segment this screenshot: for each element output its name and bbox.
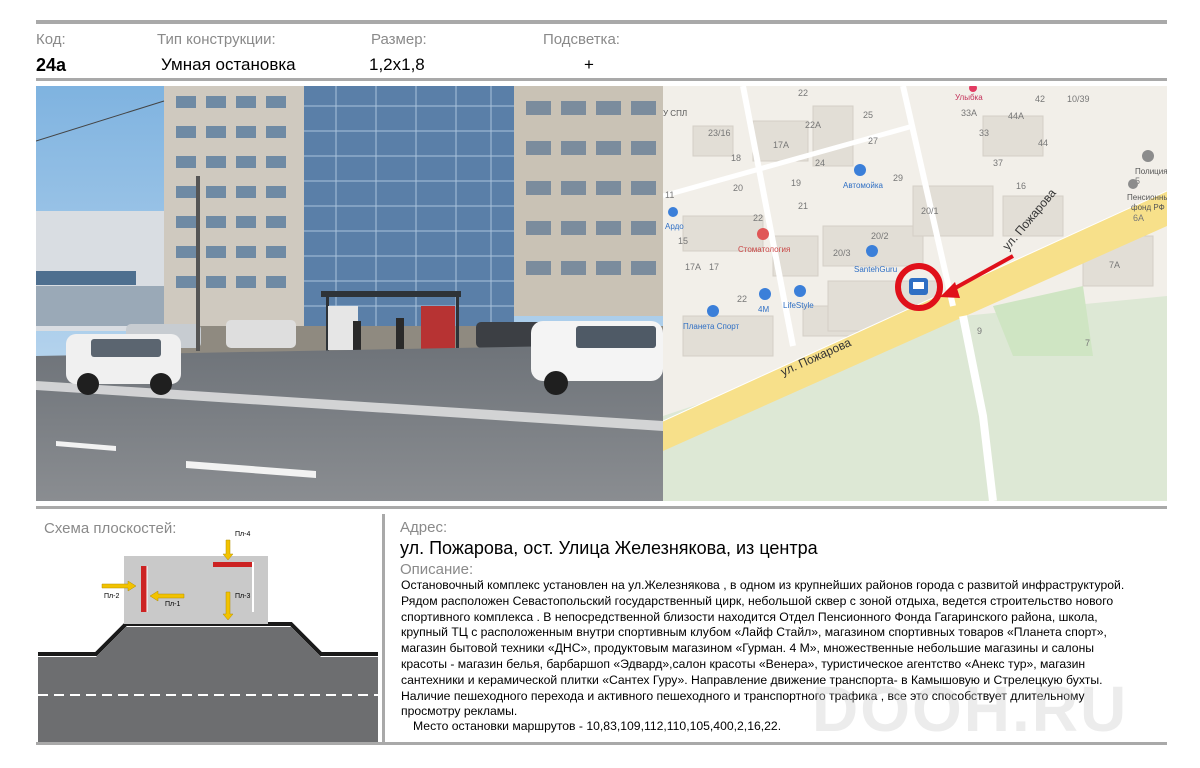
svg-text:6А: 6А xyxy=(1133,213,1144,223)
svg-text:7: 7 xyxy=(1085,338,1090,348)
svg-text:19: 19 xyxy=(791,178,801,188)
light-label: Подсветка: xyxy=(543,31,620,48)
type-value: Умная остановка xyxy=(161,55,296,74)
address-value: ул. Пожарова, ост. Улица Железнякова, из… xyxy=(400,538,818,558)
svg-text:24: 24 xyxy=(815,158,825,168)
plane-label-4: Пл-4 xyxy=(235,531,250,538)
svg-text:Полиция: Полиция xyxy=(1135,167,1167,176)
svg-text:44А: 44А xyxy=(1008,111,1024,121)
svg-text:22: 22 xyxy=(798,88,808,98)
code-value: 24а xyxy=(36,55,67,75)
map-poi-uspl: У СПЛ xyxy=(663,109,687,118)
svg-text:17А: 17А xyxy=(685,262,701,272)
svg-text:42: 42 xyxy=(1035,94,1045,104)
svg-text:Ардо: Ардо xyxy=(665,222,684,231)
svg-text:11: 11 xyxy=(665,190,674,200)
svg-text:21: 21 xyxy=(798,201,808,211)
svg-text:44: 44 xyxy=(1038,138,1048,148)
plane-label-1: Пл-1 xyxy=(165,601,180,608)
svg-text:37: 37 xyxy=(993,158,1003,168)
description-label: Описание: xyxy=(400,561,474,578)
svg-text:20/1: 20/1 xyxy=(921,206,939,216)
middle-rule xyxy=(36,506,1167,509)
plane-label-3: Пл-3 xyxy=(235,593,250,600)
svg-text:LifeStyle: LifeStyle xyxy=(783,301,814,310)
watermark: DOOH.RU xyxy=(812,673,1129,745)
size-label: Размер: xyxy=(371,31,427,48)
svg-text:17: 17 xyxy=(709,262,719,272)
svg-text:29: 29 xyxy=(893,173,903,183)
svg-text:SantehGuru: SantehGuru xyxy=(854,265,897,274)
map-illustration: ул. Пожарова ул. Пожарова 22 22А 25 27 2… xyxy=(663,86,1167,501)
location-map: ул. Пожарова ул. Пожарова 22 22А 25 27 2… xyxy=(663,86,1167,501)
description-line: Рядом расположен Севастопольский государ… xyxy=(401,593,1114,608)
svg-text:22: 22 xyxy=(737,294,747,304)
svg-text:20: 20 xyxy=(733,183,743,193)
svg-text:20/3: 20/3 xyxy=(833,248,851,258)
svg-text:33: 33 xyxy=(979,128,989,138)
planes-schema-diagram: Пл-1 Пл-2 Пл-3 Пл-4 xyxy=(38,531,378,742)
light-value: + xyxy=(584,55,594,74)
svg-text:Автомойка: Автомойка xyxy=(843,181,884,190)
svg-text:9: 9 xyxy=(977,326,982,336)
size-value: 1,2х1,8 xyxy=(369,55,425,74)
svg-text:22А: 22А xyxy=(805,120,821,130)
top-rule xyxy=(36,20,1167,24)
description-line: магазин бытовой техники «ДНС», продуктов… xyxy=(401,641,1095,656)
svg-text:18: 18 xyxy=(731,153,741,163)
svg-text:Улыбка: Улыбка xyxy=(955,93,983,102)
street-photo xyxy=(36,86,663,501)
description-line: красоты - магазин белья, барбаршоп «Эдва… xyxy=(401,656,1086,671)
svg-text:25: 25 xyxy=(863,110,873,120)
svg-text:15: 15 xyxy=(678,236,688,246)
svg-text:Пенсионный: Пенсионный xyxy=(1127,193,1167,202)
plane-label-2: Пл-2 xyxy=(104,593,119,600)
code-label: Код: xyxy=(36,31,66,48)
svg-text:22: 22 xyxy=(753,213,763,223)
svg-text:23/16: 23/16 xyxy=(708,128,731,138)
header-bottom-rule xyxy=(36,78,1167,81)
svg-text:27: 27 xyxy=(868,136,878,146)
svg-text:20/2: 20/2 xyxy=(871,231,889,241)
svg-text:фонд РФ: фонд РФ xyxy=(1131,203,1165,212)
bottom-rule xyxy=(36,742,1167,745)
description-line: крупный ТЦ с расположенным внутри спорти… xyxy=(401,625,1107,640)
svg-text:16: 16 xyxy=(1016,181,1026,191)
description-line: спортивного комплекса . В непосредственн… xyxy=(401,609,1098,624)
planes-schema: Схема плоскостей: Пл-1 Пл-2 Пл-3 Пл-4 xyxy=(36,514,378,742)
svg-text:7А: 7А xyxy=(1109,260,1120,270)
svg-text:10/39: 10/39 xyxy=(1067,94,1090,104)
svg-text:Стоматология: Стоматология xyxy=(738,245,790,254)
svg-text:33А: 33А xyxy=(961,108,977,118)
street-photo-illustration xyxy=(36,86,663,501)
svg-text:4М: 4М xyxy=(758,305,769,314)
description-line: Остановочный комплекс установлен на ул.Ж… xyxy=(401,578,1125,592)
address-label: Адрес: xyxy=(400,519,448,536)
type-label: Тип конструкции: xyxy=(157,31,276,48)
vertical-separator xyxy=(382,514,385,742)
svg-text:Планета Спорт: Планета Спорт xyxy=(683,322,740,331)
svg-text:17А: 17А xyxy=(773,140,789,150)
routes-text: Место остановки маршрутов - 10,83,109,11… xyxy=(413,719,782,733)
